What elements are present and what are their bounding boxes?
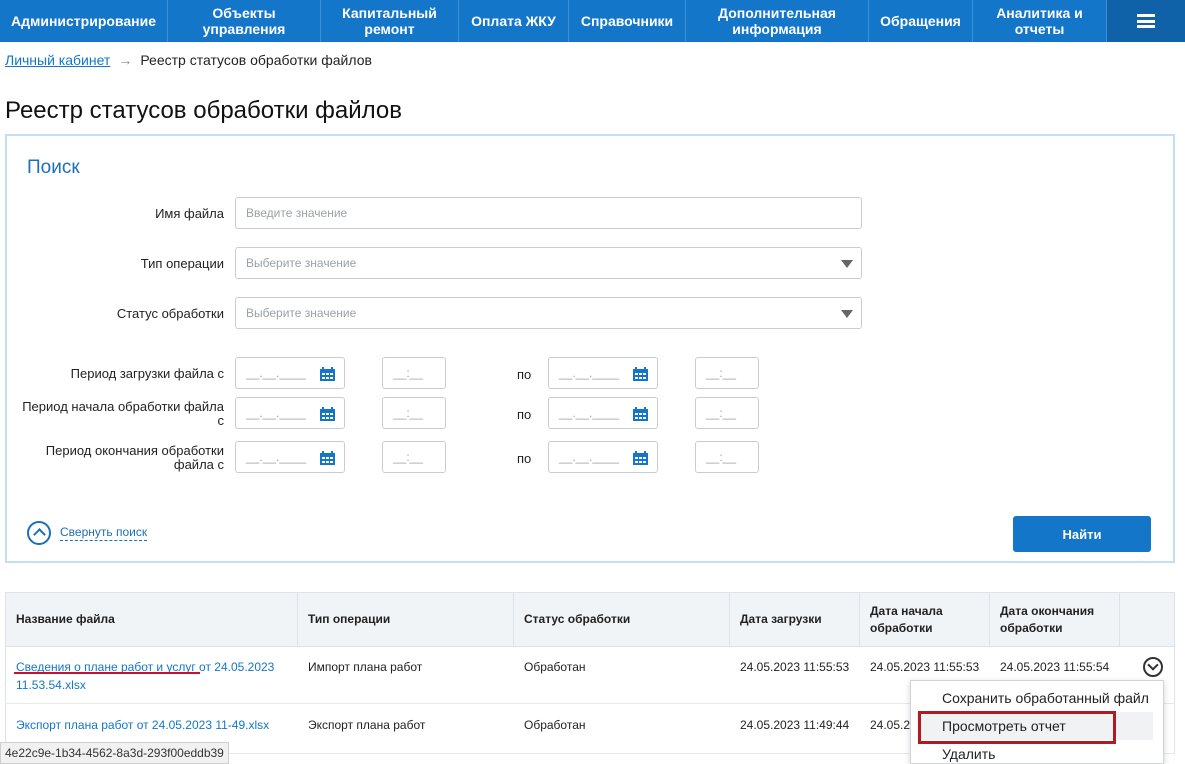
operation-type-label: Тип операции [140,256,224,271]
file-name-cell: Сведения о плане работ и услуг от 24.05.… [6,647,298,703]
time-placeholder: __:__ [393,406,424,420]
search-title: Поиск [27,157,80,178]
file-link[interactable]: Сведения о плане работ и услуг от 24.05.… [16,660,274,692]
file-link[interactable]: Экспорт плана работ от 24.05.2023 11-49.… [16,718,269,732]
end-date-from[interactable]: __.__.____ [235,441,345,473]
nav-management-objects[interactable]: Объекты управления [168,0,321,42]
nav-utility-payment[interactable]: Оплата ЖКУ [459,0,569,42]
operation-cell: Импорт плана работ [308,660,423,674]
row-actions-chevron-icon[interactable] [1143,657,1163,677]
status-cell: Обработан [524,660,586,674]
operation-type-select[interactable]: Выберите значение [235,247,862,279]
file-name-placeholder: Введите значение [246,206,348,220]
upload-time-from[interactable]: __:__ [382,357,446,389]
nav-appeals[interactable]: Обращения [869,0,973,42]
end-period-label: Период окончания обработки файла с [45,443,224,472]
calendar-icon[interactable] [633,367,648,381]
nav-analytics-reports[interactable]: Аналитика и отчеты [973,0,1107,42]
end-time-from[interactable]: __:__ [382,441,446,473]
annotation-underline [14,672,200,674]
time-placeholder: __:__ [706,366,737,380]
annotation-highlight-box [918,711,1116,744]
time-placeholder: __:__ [706,450,737,464]
to-label: по [517,407,532,422]
column-header-operation-type[interactable]: Тип операции [298,593,514,646]
start-period-label: Период начала обработки файла с [22,399,224,428]
top-navigation: Администрирование Объекты управления Кап… [0,0,1185,42]
to-label: по [517,451,532,466]
column-header-end-date[interactable]: Дата окончания обработки [990,593,1120,646]
start-date-to[interactable]: __.__.____ [548,397,658,429]
collapse-search-label: Свернуть поиск [60,525,148,541]
calendar-icon[interactable] [633,407,648,421]
column-header-status[interactable]: Статус обработки [514,593,730,646]
file-name-input[interactable]: Введите значение [235,197,862,229]
operation-cell: Экспорт плана работ [308,718,426,732]
chevron-up-icon [27,521,51,545]
upload-date-cell: 24.05.2023 11:49:44 [740,718,850,732]
nav-additional-info[interactable]: Дополнительная информация [686,0,869,42]
file-name-label: Имя файла [155,206,224,221]
calendar-icon[interactable] [320,367,335,381]
date-placeholder: __.__.____ [246,366,307,380]
browser-status-bar: 4e22c9e-1b34-4562-8a3d-293f00eddb39 [0,742,229,764]
start-date-from[interactable]: __.__.____ [235,397,345,429]
date-placeholder: __.__.____ [559,450,620,464]
nav-administration[interactable]: Администрирование [0,0,168,42]
date-placeholder: __.__.____ [559,366,620,380]
breadcrumb-arrow-icon: → [118,52,133,68]
upload-date-from[interactable]: __.__.____ [235,357,345,389]
status-placeholder: Выберите значение [246,306,357,320]
start-time-to[interactable]: __:__ [695,397,759,429]
date-placeholder: __.__.____ [246,450,307,464]
page-title: Реестр статусов обработки файлов [5,97,403,124]
status-cell: Обработан [524,718,586,732]
calendar-icon[interactable] [320,407,335,421]
menu-item-delete[interactable]: Удалить [942,746,995,762]
nav-capital-repair[interactable]: Капитальный ремонт [321,0,459,42]
chevron-down-icon [841,310,853,318]
collapse-search-toggle[interactable]: Свернуть поиск [27,521,148,545]
time-placeholder: __:__ [393,450,424,464]
upload-period-label: Период загрузки файла с [70,366,224,381]
table-header: Название файла Тип операции Статус обраб… [5,592,1175,647]
status-label: Статус обработки [116,306,224,321]
date-placeholder: __.__.____ [559,406,620,420]
upload-date-cell: 24.05.2023 11:55:53 [740,660,850,674]
menu-button[interactable] [1107,0,1185,42]
upload-time-to[interactable]: __:__ [695,357,759,389]
operation-type-placeholder: Выберите значение [246,256,357,270]
date-placeholder: __.__.____ [246,406,307,420]
breadcrumb: Личный кабинет → Реестр статусов обработ… [5,52,372,68]
column-header-actions [1120,593,1174,646]
breadcrumb-current: Реестр статусов обработки файлов [140,52,372,68]
find-button[interactable]: Найти [1013,516,1151,552]
to-label: по [517,367,532,382]
column-header-upload-date[interactable]: Дата загрузки [730,593,860,646]
chevron-down-icon [841,260,853,268]
search-panel: Поиск Имя файла Введите значение Тип опе… [5,134,1175,563]
end-time-to[interactable]: __:__ [695,441,759,473]
column-header-file-name[interactable]: Название файла [6,593,298,646]
breadcrumb-home-link[interactable]: Личный кабинет [5,52,110,68]
hamburger-icon [1137,14,1155,28]
start-time-from[interactable]: __:__ [382,397,446,429]
status-select[interactable]: Выберите значение [235,297,862,329]
end-date-to[interactable]: __.__.____ [548,441,658,473]
column-header-start-date[interactable]: Дата начала обработки [860,593,990,646]
nav-references[interactable]: Справочники [569,0,686,42]
upload-date-to[interactable]: __.__.____ [548,357,658,389]
time-placeholder: __:__ [393,366,424,380]
menu-item-save-processed-file[interactable]: Сохранить обработанный файл [942,690,1149,706]
calendar-icon[interactable] [633,451,648,465]
calendar-icon[interactable] [320,451,335,465]
time-placeholder: __:__ [706,406,737,420]
